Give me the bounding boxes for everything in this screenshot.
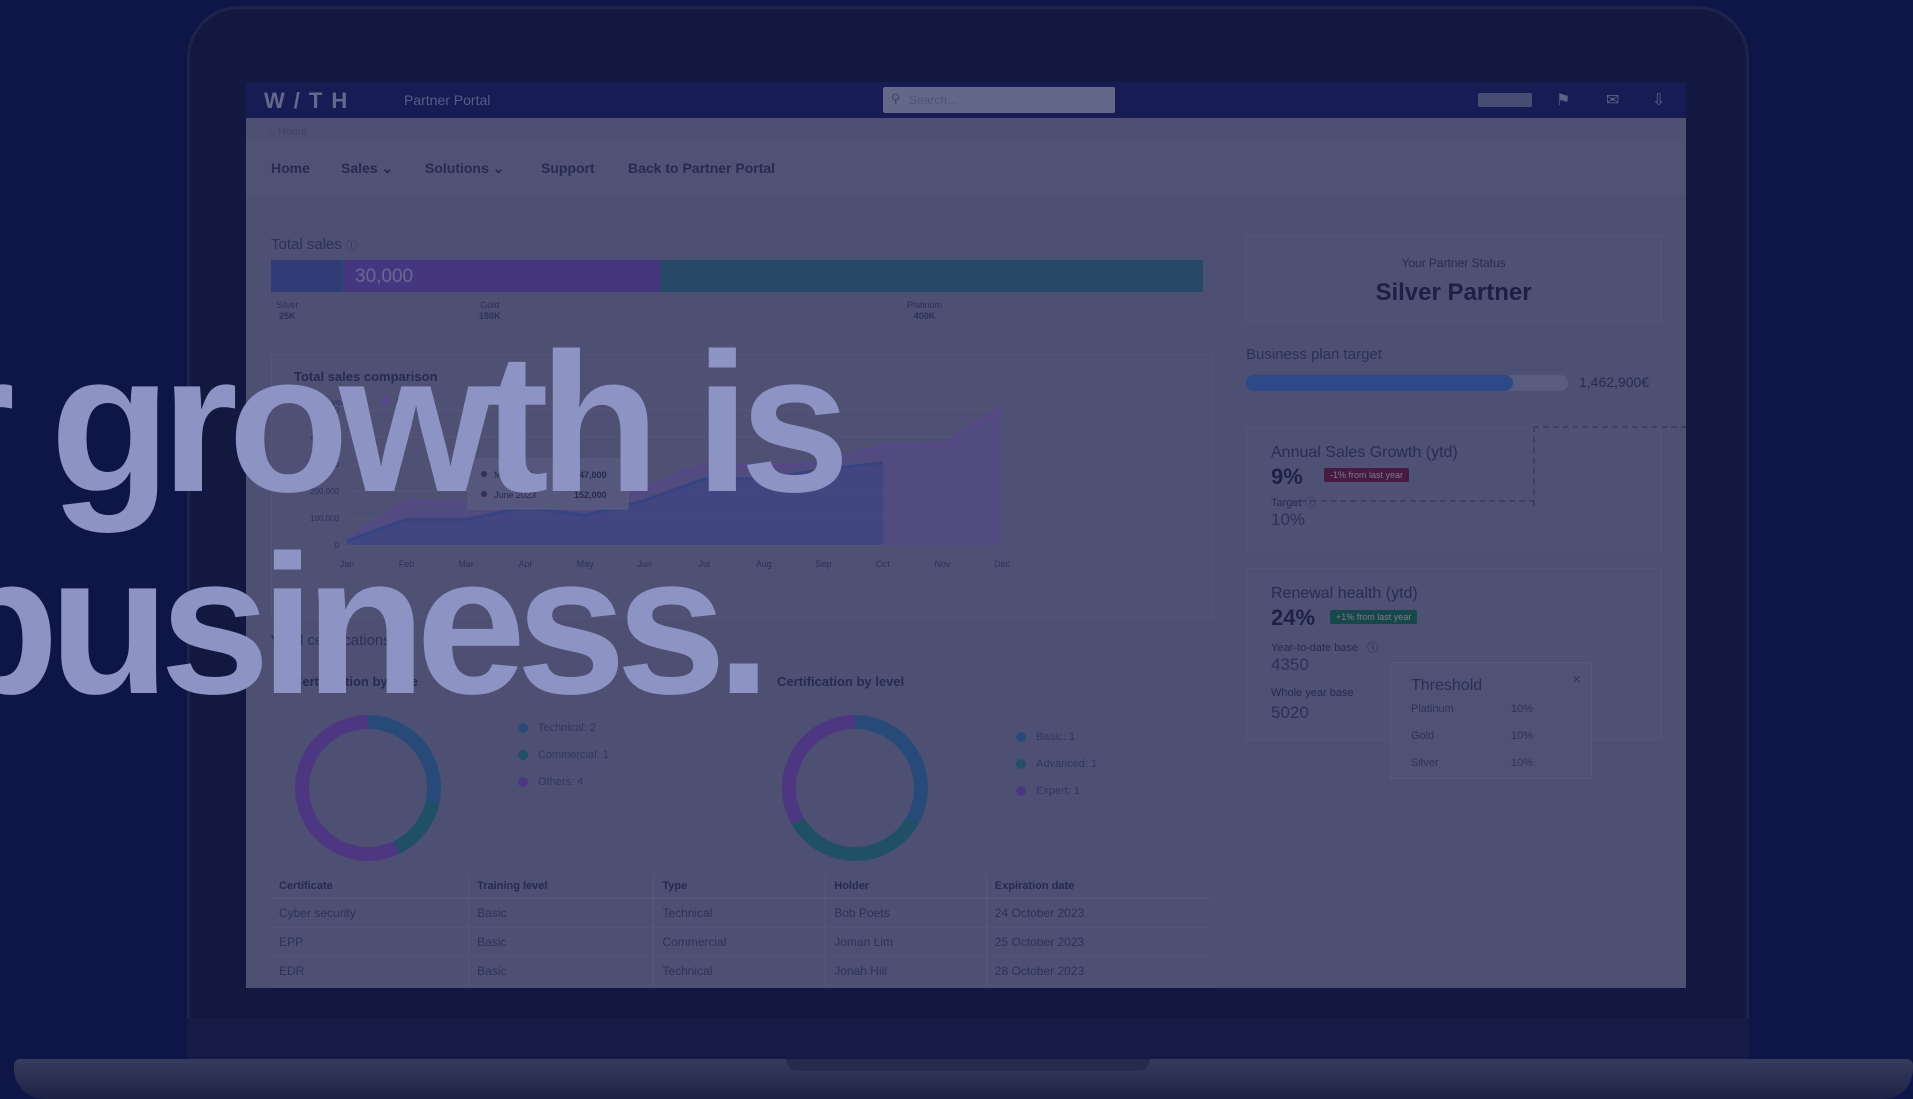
hero-headline: r growth is business. bbox=[0, 312, 850, 735]
hero-headline-line-1: r growth is bbox=[0, 312, 850, 533]
hero-headline-line-2: business. bbox=[0, 514, 771, 735]
